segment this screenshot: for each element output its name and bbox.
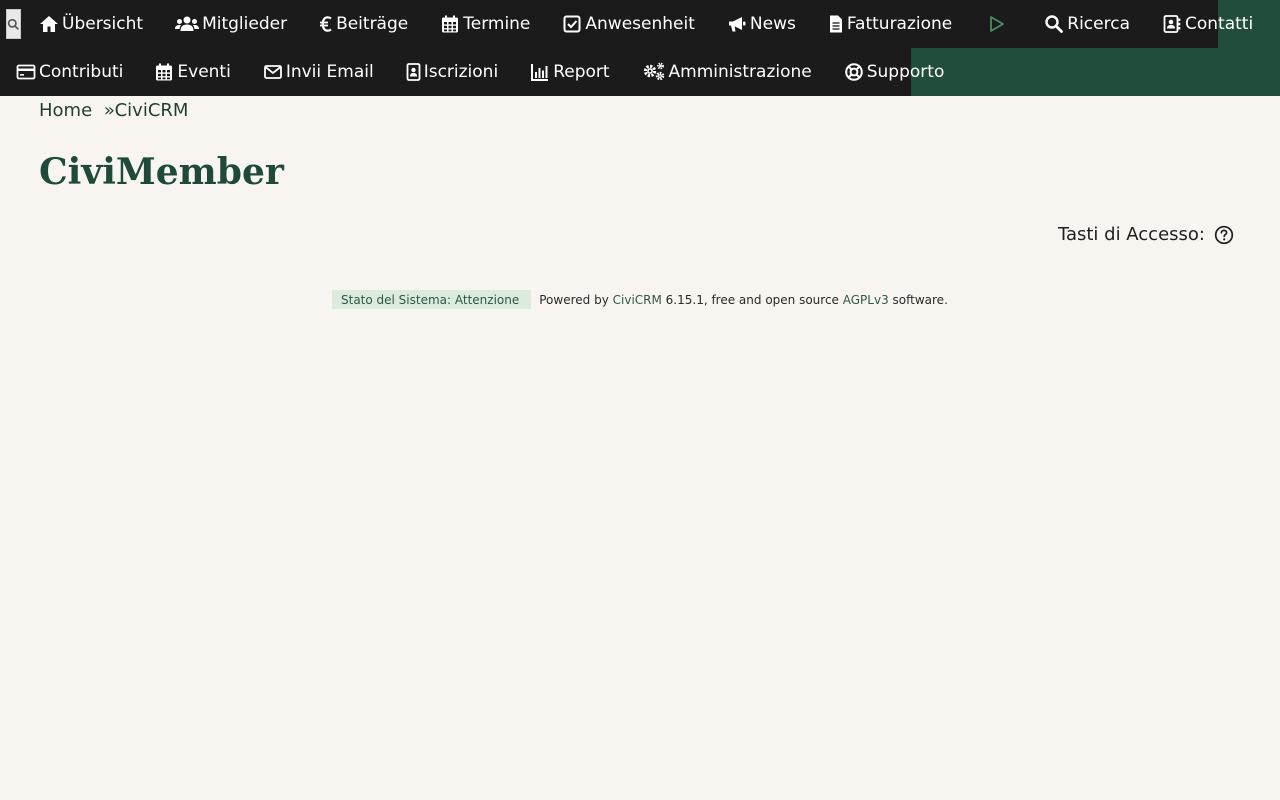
users-icon [175,14,200,34]
menu-item-label: Termine [463,14,531,34]
menu-item-label: Beiträge [336,14,409,34]
menu-item-eventi[interactable]: Eventi [139,48,246,96]
menu-item-label: Iscrizioni [423,62,499,82]
id-badge-icon [406,62,421,82]
quicksearch-button[interactable] [6,9,21,39]
megaphone-icon [727,14,747,34]
breadcrumb-separator: » [103,100,115,121]
menu-item-label: Mitglieder [202,14,288,34]
menu-item-uebersicht[interactable]: Übersicht [25,0,159,48]
menu-item-anwesenheit[interactable]: Anwesenheit [546,0,710,48]
menu-item-contributi[interactable]: Contributi [0,48,139,96]
menu-item-report[interactable]: Report [514,48,625,96]
calendar-icon [440,14,460,34]
cogs-icon [642,62,666,82]
powered-by-text: Powered by CiviCRM 6.15.1, free and open… [539,293,948,307]
menubar-row-1: Übersicht Mitglieder Beiträge Termine An [0,0,1253,48]
powered-by-prefix: Powered by [539,292,613,307]
calendar-icon [154,62,174,82]
life-ring-icon [844,62,864,82]
menu-item-label: Contatti [1185,14,1254,34]
check-square-icon [562,14,582,34]
search-icon [7,18,19,30]
menu-item-label: Ricerca [1067,14,1130,34]
footer: Stato del Sistema: Attenzione Powered by… [332,290,948,309]
menu-item-label: Contributi [39,62,124,82]
access-keys-label: Tasti di Accesso: [1057,224,1205,245]
menu-item-fatturazione[interactable]: Fatturazione [812,0,968,48]
search-icon [1044,14,1064,34]
menu-item-ricerca[interactable]: Ricerca [1028,0,1146,48]
breadcrumb-home-link[interactable]: Home [39,100,92,121]
civicrm-menubar: Übersicht Mitglieder Beiträge Termine An [0,0,1280,96]
footer-suffix: software. [888,292,948,307]
menu-item-play[interactable] [968,0,1028,48]
menu-item-label: Supporto [866,62,945,82]
menu-item-label: Übersicht [62,14,144,34]
menu-item-mitglieder[interactable]: Mitglieder [159,0,303,48]
menu-item-label: Fatturazione [846,14,953,34]
address-book-icon [1162,14,1182,34]
menu-item-supporto[interactable]: Supporto [828,48,961,96]
menu-item-invii-email[interactable]: Invii Email [247,48,390,96]
menu-item-contatti[interactable]: Contatti [1146,0,1269,48]
document-icon [828,14,844,34]
menu-item-label: Invii Email [285,62,374,82]
menu-item-label: Amministrazione [668,62,812,82]
page-title: CiviMember [39,151,284,193]
credit-card-icon [16,62,36,82]
menu-item-termine[interactable]: Termine [424,0,546,48]
envelope-icon [263,62,283,82]
menubar-row-2: Contributi Eventi Invii Email Iscrizioni [0,48,944,96]
version-text: 6.15.1, free and open source [661,292,843,307]
menu-item-news[interactable]: News [711,0,812,48]
menu-item-label: News [749,14,796,34]
system-status-badge[interactable]: Stato del Sistema: Attenzione [332,290,532,309]
play-icon [990,16,1005,32]
menu-item-iscrizioni[interactable]: Iscrizioni [390,48,514,96]
agpl-link[interactable]: AGPLv3 [843,293,889,307]
menu-item-label: Report [553,62,610,82]
menu-item-label: Eventi [177,62,231,82]
euro-icon [319,14,333,34]
breadcrumb: Home »CiviCRM [39,100,188,121]
question-circle-icon[interactable] [1214,225,1234,245]
access-keys: Tasti di Accesso: [1058,224,1234,245]
breadcrumb-civicrm-link[interactable]: CiviCRM [115,100,189,121]
bar-chart-icon [530,62,550,82]
menu-item-label: Anwesenheit [585,14,695,34]
home-icon [39,14,59,34]
menu-item-beitraege[interactable]: Beiträge [303,0,424,48]
civicrm-link[interactable]: CiviCRM [613,293,662,307]
menu-item-amministrazione[interactable]: Amministrazione [626,48,828,96]
